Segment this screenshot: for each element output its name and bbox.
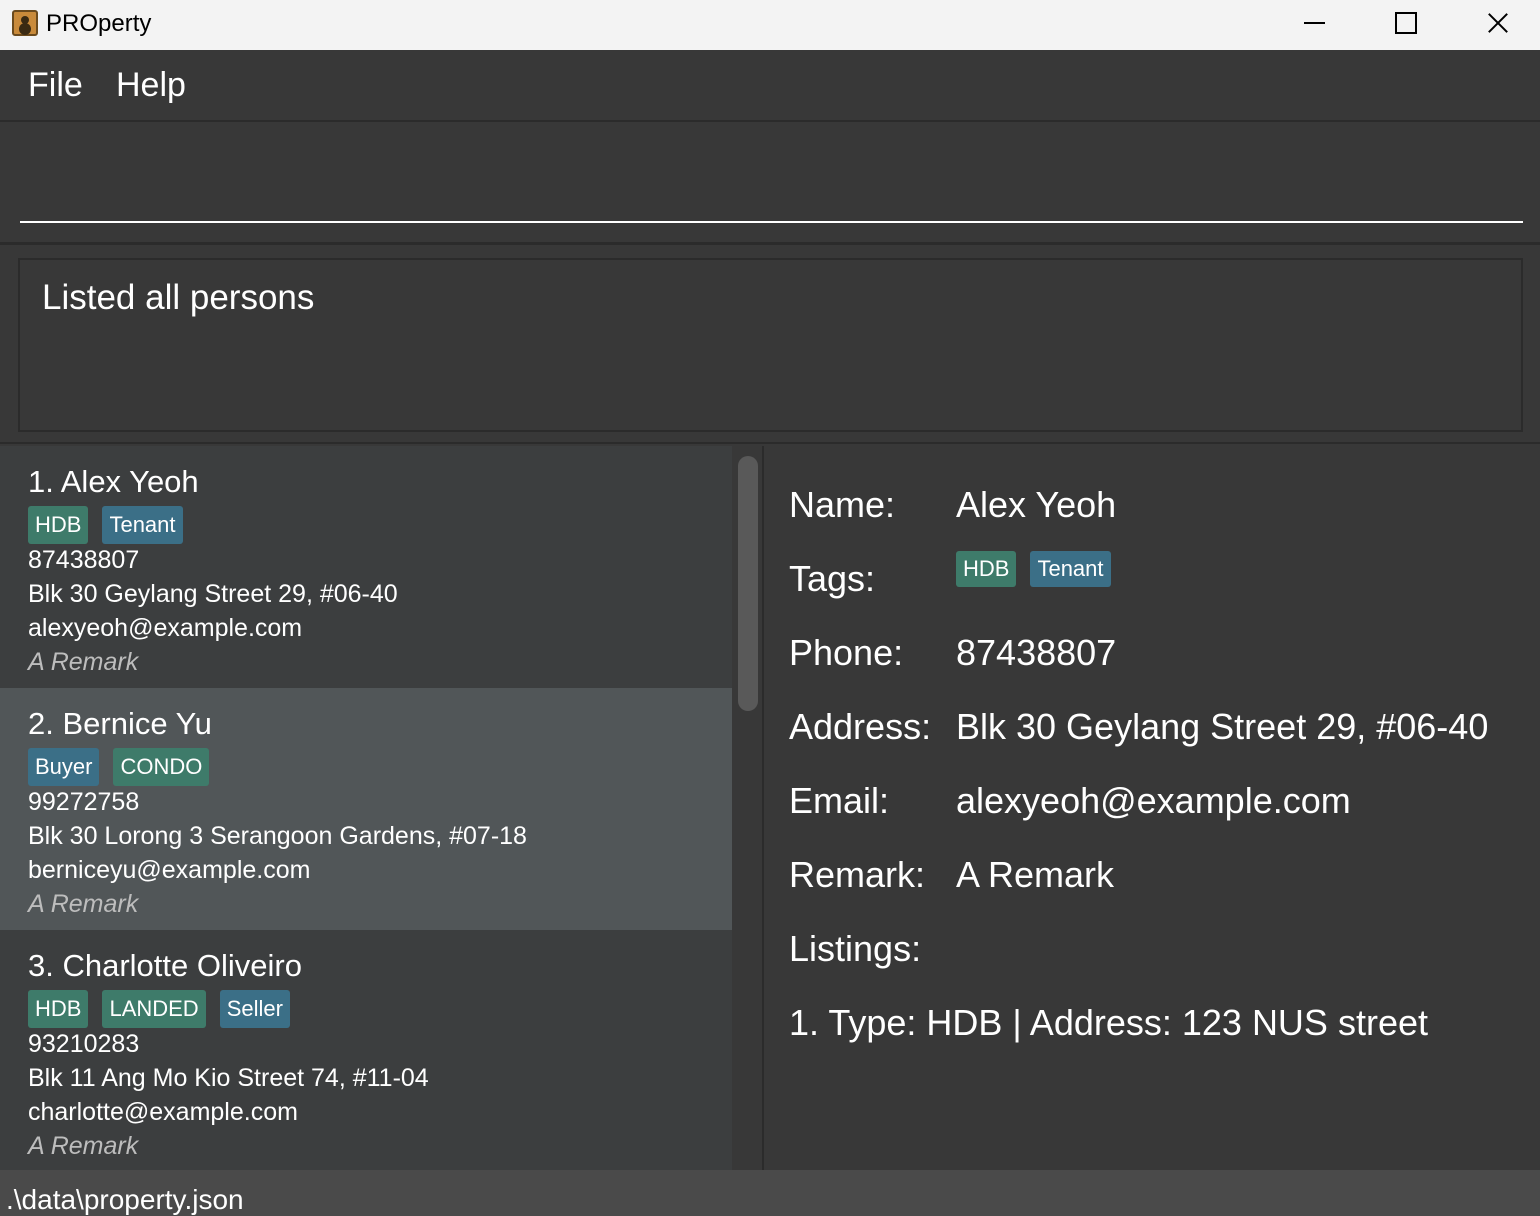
person-phone: 99272758	[28, 788, 140, 816]
command-box	[0, 123, 1540, 245]
title-bar: PROperty	[0, 0, 1540, 50]
tag: HDB	[28, 990, 89, 1028]
detail-name-value: Alex Yeoh	[956, 484, 1117, 525]
app-icon	[12, 10, 38, 36]
person-detail-panel: Name: Alex Yeoh Tags: HDB Tenant Phone: …	[764, 446, 1540, 1170]
detail-email-value: alexyeoh@example.com	[956, 780, 1351, 821]
person-remark: A Remark	[28, 1132, 139, 1160]
detail-phone-value: 87438807	[956, 632, 1117, 673]
detail-name-label: Name:	[789, 484, 896, 525]
person-phone: 93210283	[28, 1030, 140, 1058]
detail-tags: HDB Tenant	[956, 551, 1111, 587]
person-email: alexyeoh@example.com	[28, 614, 303, 642]
scrollbar-thumb[interactable]	[738, 456, 758, 711]
tag: HDB	[956, 551, 1017, 587]
person-phone: 87438807	[28, 546, 140, 574]
menu-help[interactable]: Help	[116, 66, 186, 105]
detail-address-value: Blk 30 Geylang Street 29, #06-40	[956, 706, 1489, 747]
person-card[interactable]: 2. Bernice Yu Buyer CONDO 99272758 Blk 3…	[0, 688, 732, 930]
person-list: 1. Alex Yeoh HDB Tenant 87438807 Blk 30 …	[0, 446, 762, 1170]
tag: CONDO	[113, 748, 210, 786]
person-remark: A Remark	[28, 890, 139, 918]
person-name: 2. Bernice Yu	[28, 706, 212, 741]
detail-phone-label: Phone:	[789, 632, 904, 673]
detail-remark-value: A Remark	[956, 854, 1115, 895]
person-address: Blk 30 Geylang Street 29, #06-40	[28, 580, 398, 608]
listing-item: 1. Type: HDB | Address: 123 NUS street	[789, 1002, 1428, 1043]
window-title: PROperty	[46, 10, 152, 37]
person-email: berniceyu@example.com	[28, 856, 311, 884]
detail-listings-label: Listings:	[789, 928, 922, 969]
result-text: Listed all persons	[42, 278, 315, 317]
maximize-button[interactable]	[1359, 0, 1451, 50]
detail-address-label: Address:	[789, 706, 932, 747]
close-button[interactable]	[1451, 0, 1540, 50]
person-card[interactable]: 3. Charlotte Oliveiro HDB LANDED Seller …	[0, 930, 732, 1170]
tag: Buyer	[28, 748, 100, 786]
person-address: Blk 11 Ang Mo Kio Street 74, #11-04	[28, 1064, 429, 1092]
menu-bar: File Help	[0, 50, 1540, 122]
save-file-path: .\data\property.json	[6, 1184, 244, 1215]
tag: HDB	[28, 506, 89, 544]
minimize-button[interactable]	[1268, 0, 1360, 50]
command-input[interactable]	[20, 123, 1523, 223]
person-address: Blk 30 Lorong 3 Serangoon Gardens, #07-1…	[28, 822, 527, 850]
person-remark: A Remark	[28, 648, 139, 676]
person-tags: HDB Tenant	[28, 506, 183, 544]
person-tags: HDB LANDED Seller	[28, 990, 290, 1028]
tag: Tenant	[102, 506, 183, 544]
detail-email-label: Email:	[789, 780, 890, 821]
person-email: charlotte@example.com	[28, 1098, 298, 1126]
detail-remark-label: Remark:	[789, 854, 926, 895]
person-tags: Buyer CONDO	[28, 748, 210, 786]
person-card[interactable]: 1. Alex Yeoh HDB Tenant 87438807 Blk 30 …	[0, 446, 732, 688]
tag: LANDED	[102, 990, 206, 1028]
result-box: Listed all persons	[18, 258, 1523, 432]
person-name: 1. Alex Yeoh	[28, 464, 199, 499]
status-bar: .\data\property.json	[0, 1170, 1540, 1216]
menu-file[interactable]: File	[28, 66, 83, 105]
person-name: 3. Charlotte Oliveiro	[28, 948, 302, 983]
tag: Tenant	[1030, 551, 1111, 587]
detail-tags-label: Tags:	[789, 558, 876, 599]
tag: Seller	[219, 990, 290, 1028]
result-display: Listed all persons	[0, 247, 1540, 444]
